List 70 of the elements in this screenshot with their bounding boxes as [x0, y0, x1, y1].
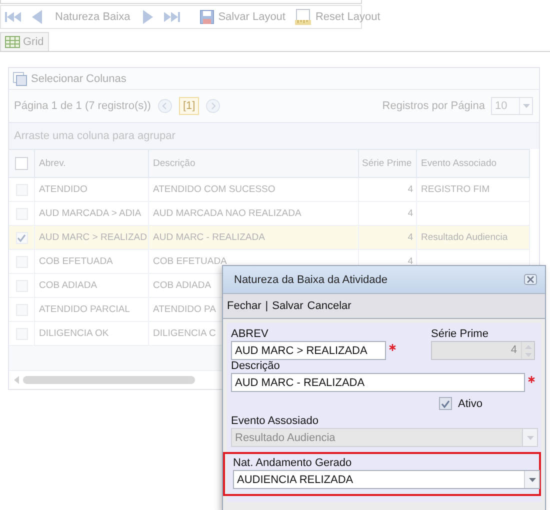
action-link[interactable]: Cancelar [307, 300, 352, 312]
close-icon [524, 274, 537, 285]
dropdown-field: Resultado Audiencia [231, 428, 538, 447]
pager-info: Página 1 de 1 (7 registro(s)) [14, 100, 151, 112]
next-button[interactable] [142, 9, 154, 25]
table-cell: AUD MARCADA > ADIA [35, 202, 149, 225]
field-label: Descrição [231, 360, 281, 373]
table-cell: DILIGENCIA OK [35, 322, 149, 345]
prev-button[interactable] [31, 9, 43, 25]
separator-text: | [265, 300, 268, 312]
check-icon [441, 400, 450, 408]
column-header[interactable]: Abrev. [35, 150, 149, 177]
table-cell: 4 [359, 202, 417, 225]
row-checkbox[interactable] [16, 232, 28, 244]
table-cell: AUD MARC > REALIZAD [35, 226, 149, 249]
spinner-arrows-icon [524, 344, 532, 358]
table-cell: 4 [359, 226, 417, 249]
dropdown-arrow-icon [522, 104, 530, 108]
select-all-checkbox[interactable] [15, 157, 28, 170]
dropdown-arrow-icon [526, 436, 534, 440]
column-header[interactable]: Descrição [149, 150, 359, 177]
dropdown-arrow-icon [528, 478, 536, 482]
scroll-left-icon [14, 376, 19, 384]
dropdown-field[interactable]: AUDIENCIA RELIZADA [233, 470, 540, 489]
table-cell: REGISTRO FIM [417, 178, 530, 201]
field-label: Série Prime [431, 328, 490, 341]
field-label: Nat. Andamento Gerado [233, 457, 353, 470]
page-size-label: Registros por Página [382, 100, 485, 112]
table-cell: AUD MARC - REALIZADA [149, 226, 359, 249]
table-cell: AUD MARCADA NAO REALIZADA [149, 202, 359, 225]
record-label: Natureza Baixa [55, 11, 130, 23]
active-checkbox[interactable] [439, 397, 452, 410]
number-spinner: 4 [431, 341, 535, 360]
table-cell: ATENDIDO PARCIAL [35, 298, 149, 321]
previous-page-icon [158, 99, 172, 113]
scrollbar-thumb[interactable] [23, 376, 195, 384]
page-size-dropdown[interactable]: 10 [491, 97, 533, 115]
back-triangle-icon [31, 9, 43, 25]
action-link[interactable]: Fechar [227, 300, 262, 312]
page-number-button[interactable]: [1] [178, 97, 200, 115]
checkbox-label: Ativo [458, 398, 482, 410]
reset-layout-button[interactable]: Reset Layout [295, 9, 380, 25]
column-header[interactable]: Evento Associado [417, 150, 530, 177]
table-cell: Resultado Audiencia [417, 226, 530, 249]
skip-forward-icon [164, 11, 180, 23]
forward-triangle-icon [142, 9, 154, 25]
ruler-icon [295, 9, 312, 25]
field-label: ABREV [231, 328, 270, 341]
table-icon [5, 36, 20, 48]
columns-icon [13, 72, 27, 86]
table-cell: ATENDIDO COM SUCESSO [149, 178, 359, 201]
table-cell: COB EFETUADA [35, 250, 149, 273]
skip-back-icon [5, 11, 21, 23]
select-columns-button[interactable]: Selecionar Colunas [13, 72, 126, 86]
input-field[interactable]: AUD MARC - REALIZADA [231, 373, 525, 392]
close-button[interactable] [524, 274, 537, 285]
action-link[interactable]: Salvar [272, 300, 304, 312]
grid-tab[interactable]: Grid [0, 32, 49, 51]
group-hint: Arraste uma coluna para agrupar [14, 130, 176, 142]
table-cell: ATENDIDO [35, 178, 149, 201]
last-button[interactable] [164, 11, 180, 23]
save-layout-button[interactable]: Salvar Layout [200, 10, 286, 24]
table-cell: COB ADIADA [35, 274, 149, 297]
input-field[interactable]: AUD MARC > REALIZADA [231, 341, 386, 360]
next-page-icon [206, 99, 220, 113]
field-label: Evento Assosiado [231, 415, 320, 428]
first-button[interactable] [5, 11, 21, 23]
table-cell: 4 [359, 178, 417, 201]
column-header[interactable]: Série Prime [359, 150, 417, 177]
check-icon [17, 234, 26, 242]
